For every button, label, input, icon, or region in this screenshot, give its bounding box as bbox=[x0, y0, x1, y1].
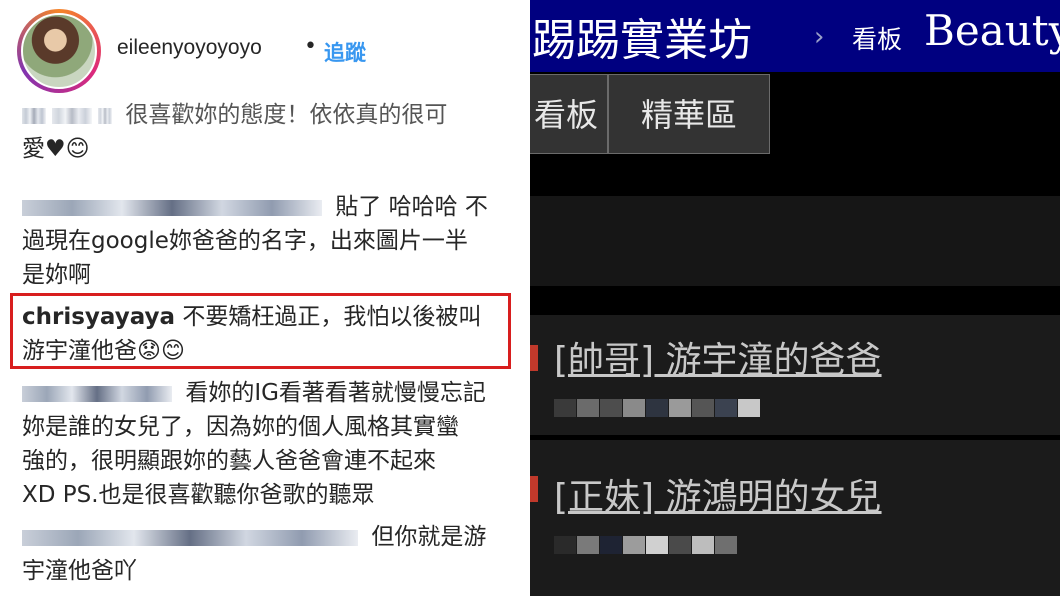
comment-item: 看妳的IG看著看著就慢慢忘記 妳是誰的女兒了，因為妳的個人風格其實蠻 強的，很明… bbox=[22, 376, 486, 512]
board-label: 看板 bbox=[852, 25, 903, 54]
blurred-username bbox=[22, 529, 358, 546]
tab-board[interactable]: 看板 bbox=[530, 74, 608, 154]
blurred-username bbox=[98, 107, 112, 124]
separator-dot: • bbox=[304, 34, 317, 59]
comment-text: 但你就是游 bbox=[371, 524, 487, 550]
post-header: eileenyoyoyoyo • 追蹤 bbox=[0, 0, 530, 100]
comment-text: 很喜歡妳的態度！依依真的很可 bbox=[125, 102, 448, 128]
avatar-story-ring[interactable] bbox=[17, 9, 101, 93]
instagram-comments-panel: eileenyoyoyoyo • 追蹤 很喜歡妳的態度！依依真的很可 愛♥😊 貼… bbox=[0, 0, 530, 596]
follow-button[interactable]: 追蹤 bbox=[324, 37, 366, 67]
breadcrumb-separator-icon: › bbox=[814, 22, 825, 52]
comment-text: XD PS.也是很喜歡聽你爸歌的聽眾 bbox=[22, 482, 375, 508]
comment-text: 是妳啊 bbox=[22, 262, 91, 288]
blurred-username bbox=[52, 107, 92, 124]
ptt-topbar: 踢踢實業坊 › 看板 Beauty bbox=[530, 0, 1060, 72]
username[interactable]: eileenyoyoyoyo bbox=[117, 36, 262, 60]
blurred-username bbox=[22, 199, 322, 216]
post-row[interactable]: [帥哥] 游宇潼的爸爸 bbox=[530, 315, 1060, 435]
ptt-board-panel: 踢踢實業坊 › 看板 Beauty 看板 精華區 [帥哥] 游宇潼的爸爸 [正妹… bbox=[530, 0, 1060, 596]
comment-text: 愛♥😊 bbox=[22, 136, 90, 162]
site-title[interactable]: 踢踢實業坊 bbox=[532, 4, 752, 68]
blurred-username bbox=[22, 107, 46, 124]
post-title-link[interactable]: [正妹] 游鴻明的女兒 bbox=[554, 468, 882, 520]
blurred-username bbox=[22, 385, 172, 402]
tab-digest[interactable]: 精華區 bbox=[608, 74, 770, 154]
post-mark bbox=[530, 345, 538, 371]
search-bar-area bbox=[530, 196, 1060, 286]
comment-text: 強的，很明顯跟妳的藝人爸爸會連不起來 bbox=[22, 448, 436, 474]
avatar[interactable] bbox=[21, 13, 97, 89]
post-mark bbox=[530, 476, 538, 502]
comment-item: 但你就是游 宇潼他爸吖 bbox=[22, 520, 486, 588]
comment-text: 過現在google妳爸爸的名字，出來圖片一半 bbox=[22, 228, 468, 254]
comment-item: 貼了 哈哈哈 不 過現在google妳爸爸的名字，出來圖片一半 是妳啊 bbox=[22, 190, 488, 292]
board-name[interactable]: Beauty bbox=[924, 6, 1060, 55]
post-title-link[interactable]: [帥哥] 游宇潼的爸爸 bbox=[554, 331, 882, 383]
blurred-post-meta bbox=[554, 399, 761, 417]
comment-item: 很喜歡妳的態度！依依真的很可 愛♥😊 bbox=[22, 102, 447, 166]
comment-text: 貼了 哈哈哈 不 bbox=[335, 194, 488, 220]
comment-text: 妳是誰的女兒了，因為妳的個人風格其實蠻 bbox=[22, 414, 459, 440]
blurred-post-meta bbox=[554, 536, 738, 554]
highlight-annotation-box bbox=[10, 293, 511, 369]
comment-text: 看妳的IG看著看著就慢慢忘記 bbox=[185, 380, 486, 406]
post-row[interactable]: [正妹] 游鴻明的女兒 bbox=[530, 440, 1060, 596]
comment-text: 宇潼他爸吖 bbox=[22, 558, 137, 584]
